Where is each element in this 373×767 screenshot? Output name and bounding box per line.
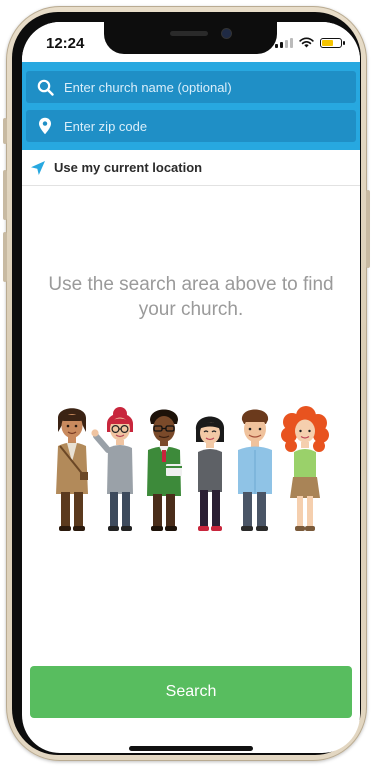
person-illustration	[195, 416, 225, 531]
zip-code-field[interactable]	[26, 110, 356, 142]
notch	[104, 22, 277, 54]
status-bar: 12:24	[22, 22, 360, 62]
people-group-illustration	[56, 406, 329, 531]
person-illustration	[281, 406, 329, 531]
person-illustration	[91, 407, 133, 531]
zip-code-input[interactable]	[64, 118, 334, 134]
front-camera	[222, 29, 231, 38]
volume-up-button	[3, 170, 7, 220]
volume-down-button	[3, 232, 7, 282]
location-arrow-icon	[30, 160, 46, 176]
status-time: 12:24	[46, 35, 85, 52]
person-illustration	[147, 409, 182, 531]
battery-icon	[320, 37, 345, 48]
person-illustration	[238, 409, 272, 531]
search-icon	[36, 78, 54, 96]
use-current-location-button[interactable]: Use my current location	[22, 150, 360, 186]
power-button	[366, 190, 370, 268]
battery-level	[322, 39, 333, 46]
mute-switch	[3, 118, 7, 144]
search-hint-text: Use the search area above to find your c…	[48, 274, 334, 320]
status-icons	[275, 37, 345, 48]
device-frame: 12:24 Enter church name (optional) Enter…	[0, 0, 373, 767]
home-indicator[interactable]	[129, 746, 253, 751]
cellular-signal-icon	[275, 37, 293, 48]
search-header	[22, 62, 360, 150]
map-pin-icon	[36, 117, 54, 135]
wifi-icon	[299, 37, 314, 48]
church-name-input[interactable]	[64, 79, 334, 95]
app-screen: 12:24 Enter church name (optional) Enter…	[22, 22, 360, 753]
church-name-field[interactable]	[26, 71, 356, 103]
search-button[interactable]: Search	[30, 666, 352, 718]
person-illustration	[56, 408, 88, 531]
use-current-location-label: Use my current location	[54, 160, 203, 175]
earpiece-speaker	[170, 31, 208, 36]
